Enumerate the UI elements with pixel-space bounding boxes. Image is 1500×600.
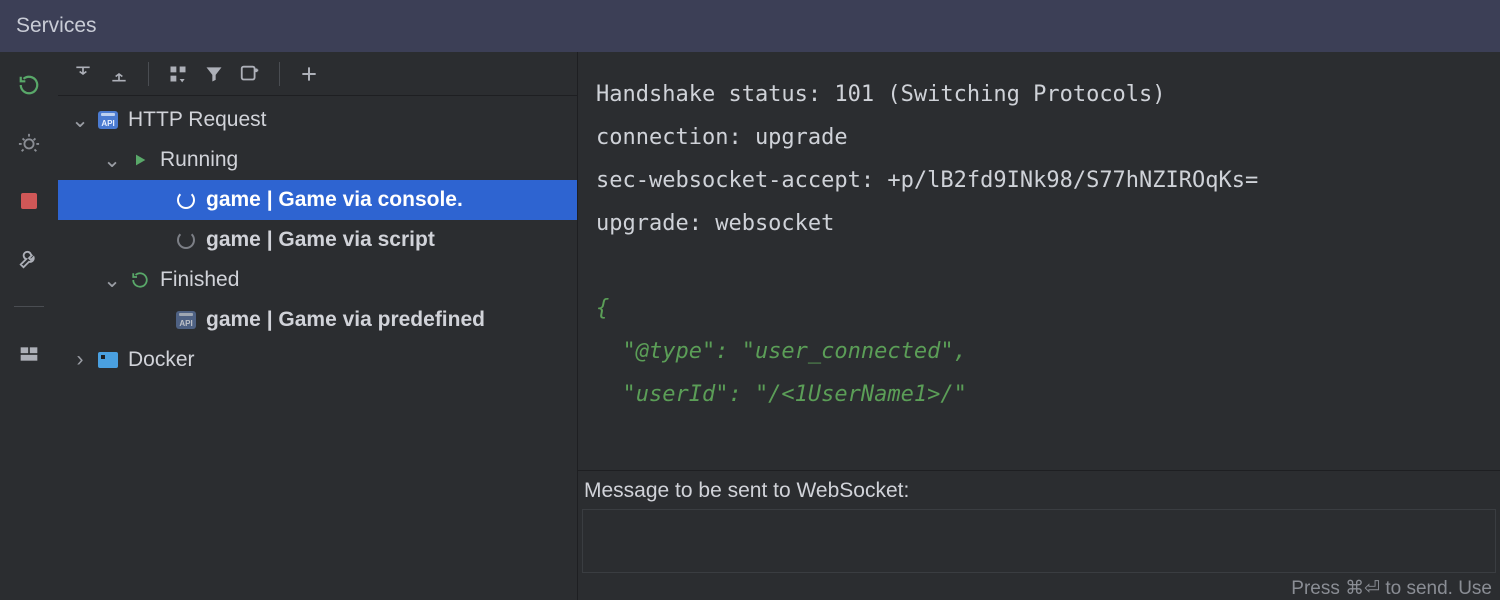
input-label: Message to be sent to WebSocket: (578, 471, 1500, 509)
tree-label: HTTP Request (128, 108, 267, 132)
layout-icon[interactable] (14, 339, 44, 369)
tree-node-docker[interactable]: › Docker (58, 340, 577, 380)
gutter-separator (14, 306, 44, 307)
tree-node-game-predefined[interactable]: game | Game via predefined (58, 300, 577, 340)
chevron-down-icon[interactable]: ⌄ (104, 148, 120, 173)
chevron-right-icon[interactable]: › (72, 348, 88, 372)
output-pane: Handshake status: 101 (Switching Protoco… (578, 52, 1500, 600)
output-json-line: "userId": "/<1UserName1>/" (596, 382, 967, 407)
tree-toolbar (58, 52, 577, 96)
spinner-icon (176, 231, 196, 249)
bug-icon[interactable] (14, 128, 44, 158)
panel-title: Services (16, 14, 97, 38)
websocket-input-section: Message to be sent to WebSocket: Press ⌘… (578, 470, 1500, 600)
add-icon[interactable] (292, 57, 326, 91)
tree-pane: ⌄ HTTP Request ⌄ Running game | Game via… (58, 52, 578, 600)
left-gutter (0, 52, 58, 600)
chevron-down-icon[interactable]: ⌄ (104, 268, 120, 293)
filter-icon[interactable] (197, 57, 231, 91)
send-hint: Press ⌘⏎ to send. Use (578, 573, 1500, 600)
output-json-line: { (596, 296, 609, 321)
toolbar-separator (279, 62, 280, 86)
expand-all-icon[interactable] (66, 57, 100, 91)
tree-label: game | Game via script (206, 228, 435, 252)
spinner-icon (176, 191, 196, 209)
rerun-icon (130, 271, 150, 289)
websocket-output[interactable]: Handshake status: 101 (Switching Protoco… (578, 52, 1500, 470)
tree-node-running[interactable]: ⌄ Running (58, 140, 577, 180)
toolbar-separator (148, 62, 149, 86)
tree-node-game-console[interactable]: game | Game via console. (58, 180, 577, 220)
stop-icon[interactable] (14, 186, 44, 216)
panel-title-bar: Services (0, 0, 1500, 52)
output-json-line: "@type": "user_connected", (596, 339, 967, 364)
services-tree[interactable]: ⌄ HTTP Request ⌄ Running game | Game via… (58, 96, 577, 600)
output-line: Handshake status: 101 (Switching Protoco… (596, 82, 1166, 107)
tree-node-finished[interactable]: ⌄ Finished (58, 260, 577, 300)
collapse-all-icon[interactable] (102, 57, 136, 91)
tree-label: Running (160, 148, 238, 172)
websocket-message-input[interactable] (582, 509, 1496, 573)
output-line: connection: upgrade (596, 125, 848, 150)
tree-node-http-request[interactable]: ⌄ HTTP Request (58, 100, 577, 140)
main-area: ⌄ HTTP Request ⌄ Running game | Game via… (0, 52, 1500, 600)
tree-label: Finished (160, 268, 239, 292)
tree-label: game | Game via console. (206, 188, 463, 212)
output-line: upgrade: websocket (596, 211, 834, 236)
docker-icon (98, 352, 118, 368)
tree-node-game-script[interactable]: game | Game via script (58, 220, 577, 260)
chevron-down-icon[interactable]: ⌄ (72, 108, 88, 133)
api-icon (98, 111, 118, 129)
play-icon (130, 152, 150, 168)
wrench-icon[interactable] (14, 244, 44, 274)
tree-label: game | Game via predefined (206, 308, 485, 332)
output-line: sec-websocket-accept: +p/lB2fd9INk98/S77… (596, 168, 1258, 193)
add-service-icon[interactable] (233, 57, 267, 91)
rerun-icon[interactable] (14, 70, 44, 100)
api-icon (176, 311, 196, 329)
group-by-icon[interactable] (161, 57, 195, 91)
tree-label: Docker (128, 348, 195, 372)
